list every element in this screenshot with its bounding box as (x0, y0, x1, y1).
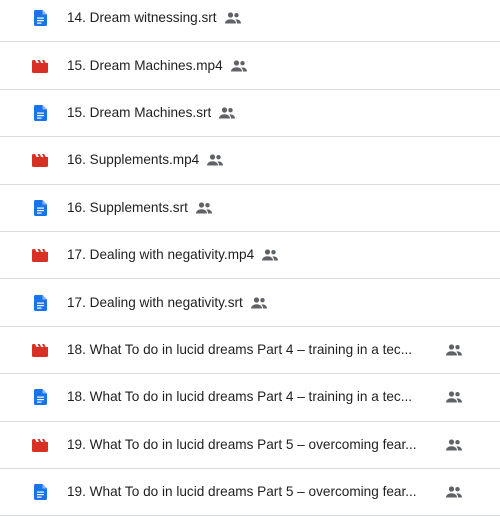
people-shared-icon (446, 344, 462, 356)
doc-file-icon (32, 104, 48, 121)
file-name: 18. What To do in lucid dreams Part 4 – … (67, 389, 413, 405)
file-row[interactable]: 17. Dealing with negativity.srt (0, 279, 500, 327)
video-file-icon (32, 342, 48, 358)
video-file-icon (32, 437, 48, 453)
people-shared-icon (262, 249, 279, 261)
people-shared-icon (230, 59, 247, 72)
file-name: 17. Dealing with negativity.mp4 (67, 247, 255, 263)
video-file-icon (32, 58, 48, 74)
file-row[interactable]: 16. Supplements.srt (0, 185, 500, 232)
people-shared-icon (219, 107, 236, 119)
people-shared-icon (207, 154, 224, 166)
people-shared-icon (224, 12, 241, 24)
doc-file-icon (32, 294, 48, 311)
video-file-icon (32, 247, 48, 263)
file-row[interactable]: 14. Dream witnessing.srt (0, 0, 500, 43)
file-name: 14. Dream witnessing.srt (67, 10, 217, 26)
file-row[interactable]: 18. What To do in lucid dreams Part 4 – … (0, 374, 500, 422)
file-name: 15. Dream Machines.srt (67, 104, 212, 120)
file-name: 17. Dealing with negativity.srt (67, 294, 243, 310)
file-name: 19. What To do in lucid dreams Part 5 – … (67, 484, 417, 500)
people-shared-icon (446, 391, 462, 403)
file-name: 18. What To do in lucid dreams Part 4 – … (67, 341, 413, 357)
file-row[interactable]: 15. Dream Machines.srt (0, 90, 500, 138)
doc-file-icon (32, 199, 48, 216)
people-shared-icon (446, 486, 462, 498)
file-name: 15. Dream Machines.mp4 (67, 57, 223, 73)
people-shared-icon (446, 439, 462, 451)
video-file-icon (32, 152, 48, 168)
file-row[interactable]: 18. What To do in lucid dreams Part 4 – … (0, 327, 500, 375)
doc-file-icon (32, 10, 48, 27)
file-list: 14. Dream witnessing.srt 15. Dream Machi… (0, 0, 500, 516)
file-row[interactable]: 16. Supplements.mp4 (0, 137, 500, 185)
doc-file-icon (32, 389, 48, 406)
file-row[interactable]: 15. Dream Machines.mp4 (0, 42, 500, 90)
doc-file-icon (32, 484, 48, 501)
file-row[interactable]: 19. What To do in lucid dreams Part 5 – … (0, 422, 500, 469)
file-name: 16. Supplements.srt (67, 199, 188, 215)
people-shared-icon (195, 202, 212, 214)
people-shared-icon (250, 296, 267, 309)
file-name: 19. What To do in lucid dreams Part 5 – … (67, 436, 417, 452)
file-row[interactable]: 19. What To do in lucid dreams Part 5 – … (0, 469, 500, 516)
file-row[interactable]: 17. Dealing with negativity.mp4 (0, 232, 500, 280)
file-name: 16. Supplements.mp4 (67, 152, 200, 168)
